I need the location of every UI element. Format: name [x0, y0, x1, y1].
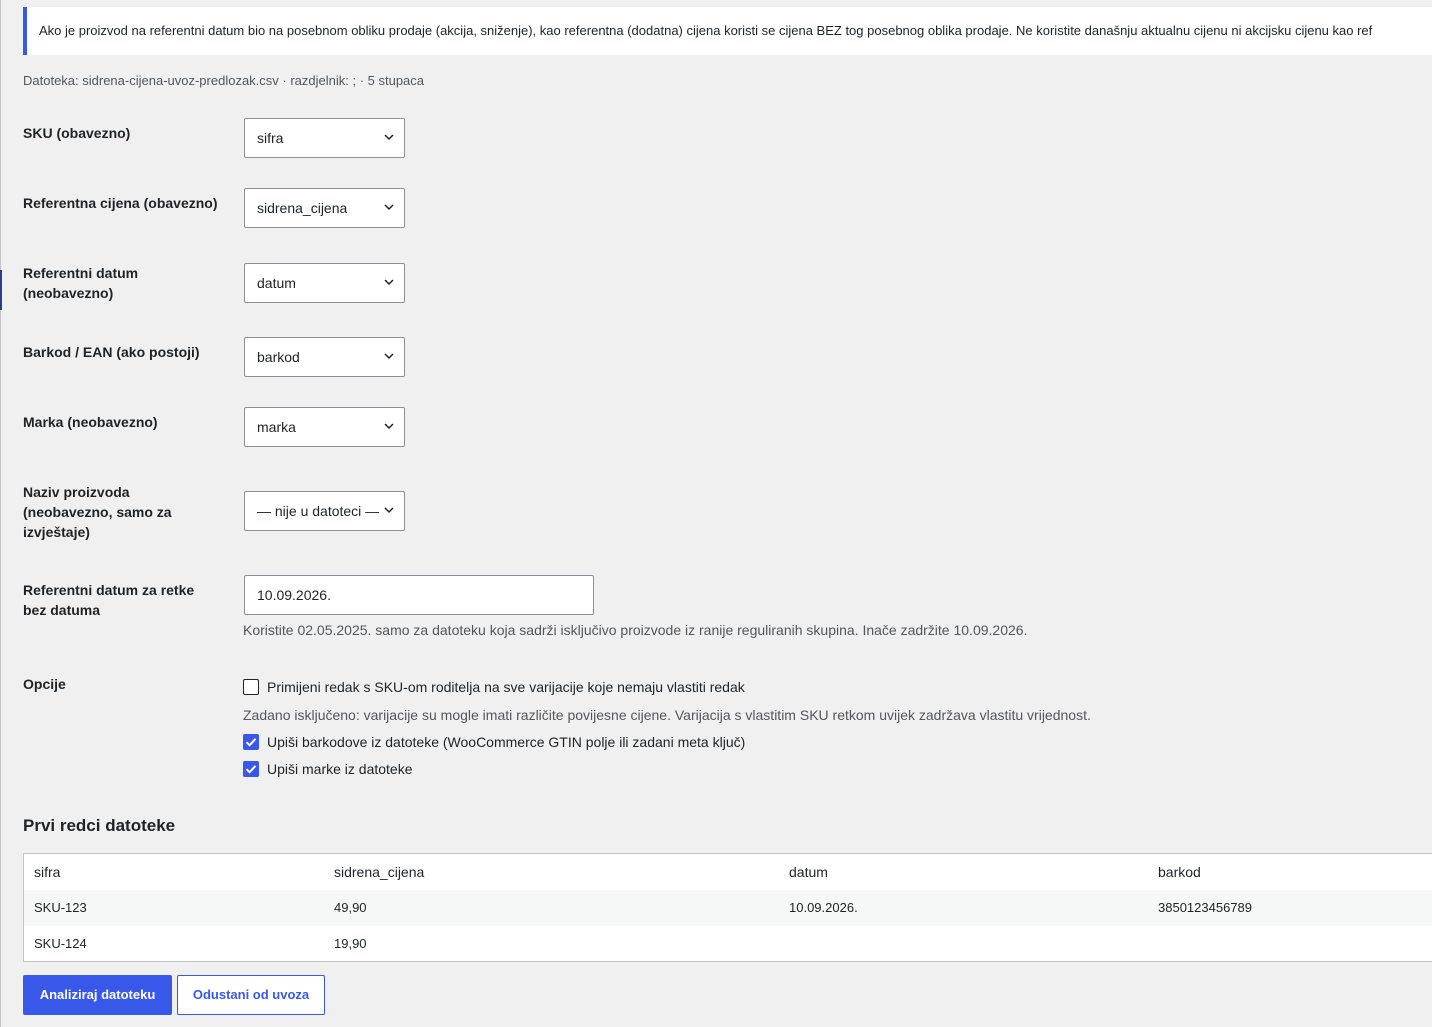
- chevron-down-icon: [384, 353, 394, 360]
- default-date-input[interactable]: 10.09.2026.: [244, 575, 594, 615]
- table-cell: 49,90: [334, 900, 367, 915]
- brand-select[interactable]: marka: [244, 407, 405, 447]
- write-barcodes-text: Upiši barkodove iz datoteke (WooCommerce…: [267, 734, 746, 750]
- product-name-label: Naziv proizvoda (neobavezno, samo za izv…: [23, 482, 228, 542]
- options-label: Opcije: [23, 676, 66, 692]
- write-brands-text: Upiši marke iz datoteke: [267, 761, 413, 777]
- chevron-down-icon: [384, 507, 394, 514]
- table-cell: 19,90: [334, 936, 367, 951]
- preview-title: Prvi redci datoteke: [23, 816, 176, 835]
- column-header: datum: [789, 864, 828, 880]
- barcode-select[interactable]: barkod: [244, 337, 405, 377]
- default-date-label-line1: Referentni datum za retke: [23, 582, 195, 598]
- barcode-label: Barkod / EAN (ako postoji): [23, 344, 200, 360]
- table-cell: 10.09.2026.: [789, 900, 858, 915]
- chevron-down-icon: [384, 279, 394, 286]
- ref-date-label-line1: Referentni datum: [23, 265, 139, 281]
- checkmark-icon: [245, 738, 257, 747]
- cancel-import-button[interactable]: Odustani od uvoza: [177, 975, 325, 1015]
- ref-price-select[interactable]: sidrena_cijena: [244, 188, 405, 228]
- table-cell: SKU-123: [34, 900, 87, 915]
- default-date-label-line2: bez datuma: [23, 602, 101, 618]
- default-date-label: Referentni datum za retke bez datuma: [23, 580, 228, 620]
- apply-parent-help: Zadano isključeno: varijacije su mogle i…: [243, 707, 1091, 723]
- table-cell: 3850123456789: [1158, 900, 1252, 915]
- product-name-label-line1: Naziv proizvoda: [23, 484, 130, 500]
- table-row: SKU-123 49,90 10.09.2026. 3850123456789: [24, 890, 1432, 926]
- ref-date-select[interactable]: datum: [244, 263, 405, 303]
- ref-date-label: Referentni datum (neobavezno): [23, 263, 228, 303]
- write-barcodes-checkbox[interactable]: [243, 734, 259, 750]
- file-meta: Datoteka: sidrena-cijena-uvoz-predlozak.…: [23, 73, 425, 88]
- product-name-label-line3: izvještaje): [23, 524, 90, 540]
- ref-price-select-value: sidrena_cijena: [257, 200, 348, 216]
- ref-price-label: Referentna cijena (obavezno): [23, 195, 218, 211]
- product-name-select-value: — nije u datoteci —: [257, 503, 380, 519]
- table-cell: SKU-124: [34, 936, 87, 951]
- checkmark-icon: [245, 765, 257, 774]
- chevron-down-icon: [384, 423, 394, 430]
- brand-label: Marka (neobavezno): [23, 414, 158, 430]
- write-brands-checkbox[interactable]: [243, 761, 259, 777]
- apply-parent-checkbox[interactable]: [243, 679, 259, 695]
- info-notice: Ako je proizvod na referentni datum bio …: [23, 7, 1432, 55]
- apply-parent-text: Primijeni redak s SKU-om roditelja na sv…: [267, 679, 745, 695]
- chevron-down-icon: [384, 204, 394, 211]
- sku-select[interactable]: sifra: [244, 118, 405, 158]
- analyze-file-button[interactable]: Analiziraj datoteku: [23, 975, 172, 1015]
- table-header: sifra sidrena_cijena datum barkod: [24, 854, 1432, 891]
- ref-date-select-value: datum: [257, 275, 296, 291]
- notice-text: Ako je proizvod na referentni datum bio …: [39, 23, 1373, 38]
- ref-date-label-line2: (neobavezno): [23, 285, 114, 301]
- default-date-help: Koristite 02.05.2025. samo za datoteku k…: [243, 622, 1028, 638]
- product-name-select[interactable]: — nije u datoteci —: [244, 491, 405, 531]
- brand-select-value: marka: [257, 419, 296, 435]
- column-header: barkod: [1158, 864, 1201, 880]
- column-header: sidrena_cijena: [334, 864, 425, 880]
- chevron-down-icon: [384, 134, 394, 141]
- sku-label: SKU (obavezno): [23, 125, 131, 141]
- sku-select-value: sifra: [257, 130, 284, 146]
- product-name-label-line2: (neobavezno, samo za: [23, 504, 172, 520]
- preview-table: sifra sidrena_cijena datum barkod SKU-12…: [23, 853, 1432, 962]
- barcode-select-value: barkod: [257, 349, 300, 365]
- table-row: SKU-124 19,90: [24, 926, 1432, 961]
- admin-menu-indicator: [0, 270, 2, 310]
- column-header: sifra: [34, 864, 61, 880]
- admin-left-edge: [0, 0, 1, 1027]
